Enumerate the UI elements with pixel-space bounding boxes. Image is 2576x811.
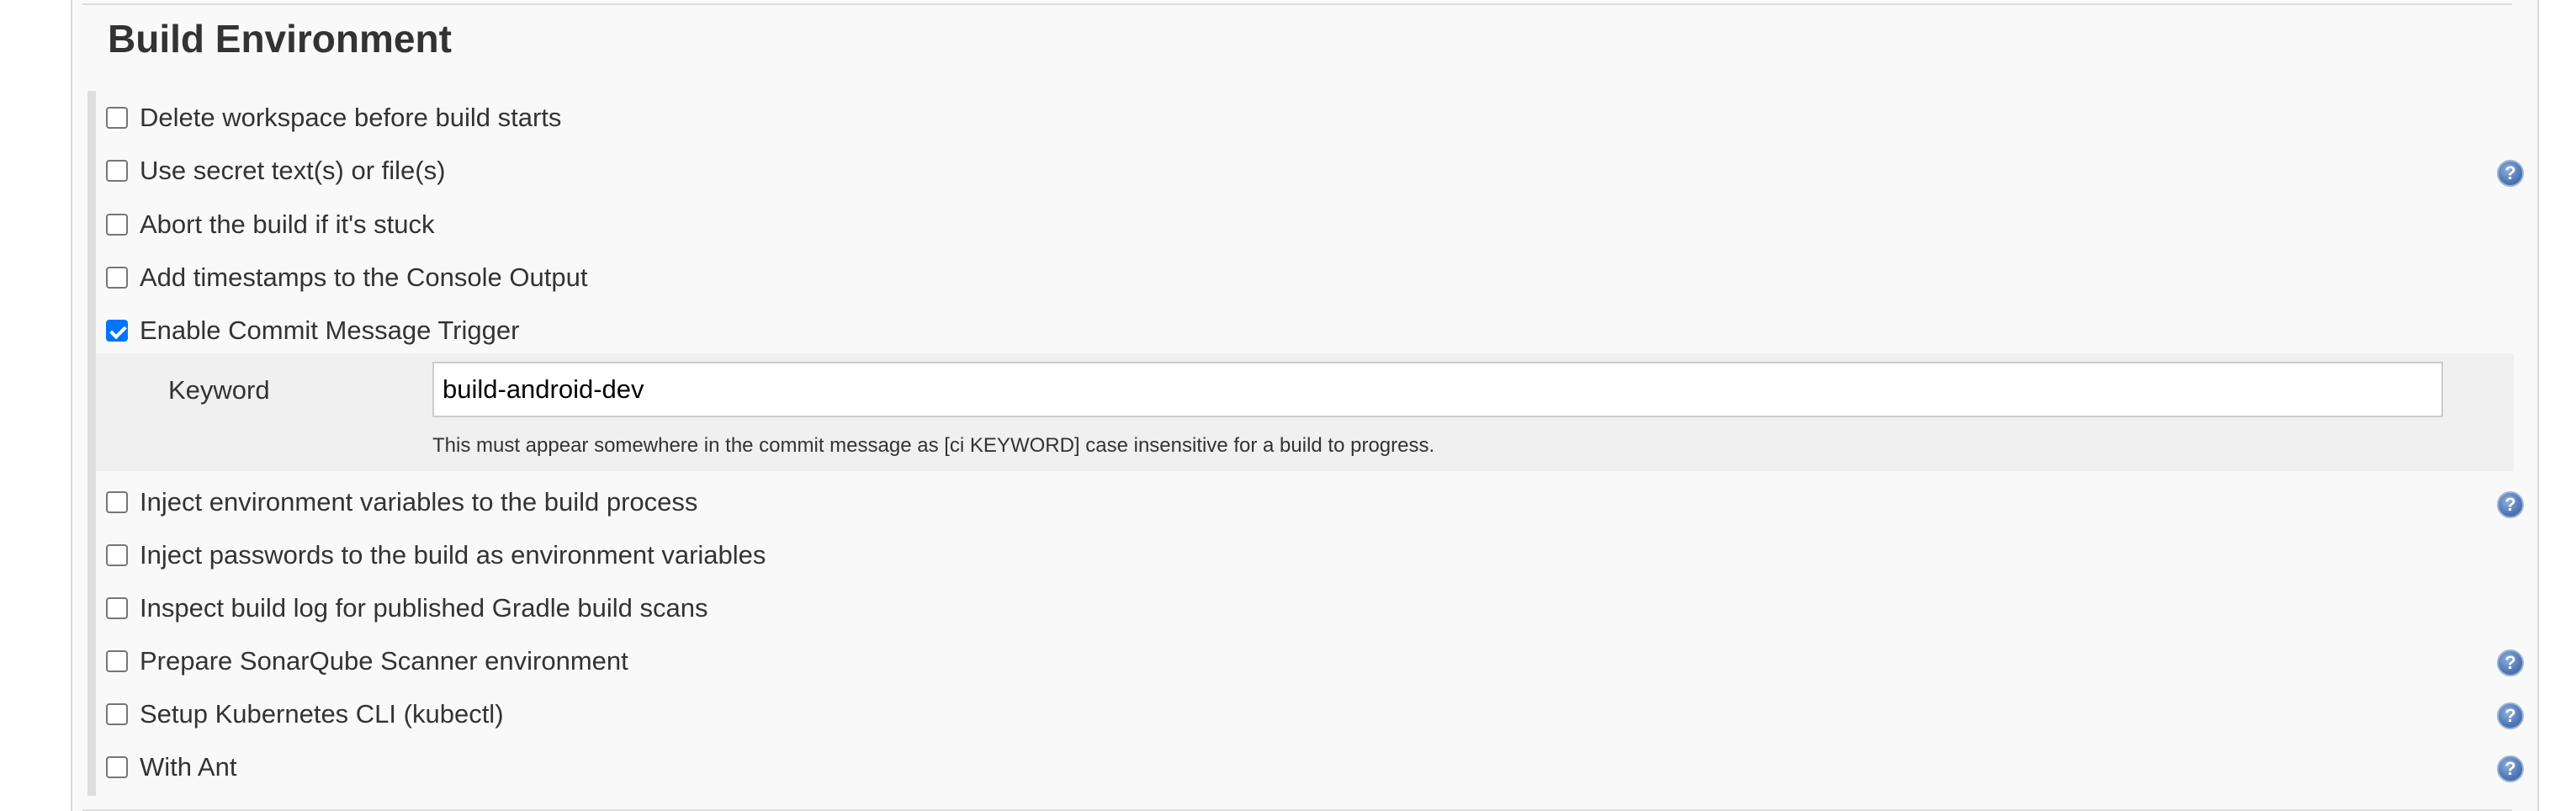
delete-workspace-checkbox[interactable] [106, 107, 128, 129]
option-label: Use secret text(s) or file(s) [140, 156, 446, 185]
help-icon[interactable]: ? [2497, 649, 2524, 676]
option-label: Setup Kubernetes CLI (kubectl) [140, 699, 504, 729]
option-label: Delete workspace before build starts [140, 103, 562, 132]
option-abort-stuck[interactable]: Abort the build if it's stuck [106, 204, 435, 246]
help-icon[interactable]: ? [2497, 702, 2524, 729]
option-label: Abort the build if it's stuck [140, 209, 435, 239]
keyword-input[interactable] [432, 362, 2443, 417]
top-divider [82, 3, 2512, 5]
keyword-label: Keyword [168, 375, 270, 405]
abort-stuck-checkbox[interactable] [106, 214, 128, 236]
option-commit-message-trigger[interactable]: Enable Commit Message Trigger [106, 310, 519, 352]
option-label: Inject passwords to the build as environ… [140, 540, 766, 570]
option-inject-env-vars[interactable]: Inject environment variables to the buil… [106, 481, 697, 523]
option-label: Prepare SonarQube Scanner environment [140, 646, 628, 676]
help-icon[interactable]: ? [2497, 491, 2524, 518]
option-with-ant[interactable]: With Ant [106, 746, 236, 788]
help-icon[interactable]: ? [2497, 755, 2524, 782]
with-ant-checkbox[interactable] [106, 756, 128, 778]
secret-text-checkbox[interactable] [106, 160, 128, 182]
option-secret-text[interactable]: Use secret text(s) or file(s) [106, 150, 445, 192]
option-timestamps[interactable]: Add timestamps to the Console Output [106, 257, 587, 299]
option-kubernetes-cli[interactable]: Setup Kubernetes CLI (kubectl) [106, 693, 504, 735]
gradle-build-scans-checkbox[interactable] [106, 597, 128, 619]
section-title: Build Environment [108, 17, 452, 61]
option-inject-passwords[interactable]: Inject passwords to the build as environ… [106, 534, 766, 576]
option-sonarqube-scanner[interactable]: Prepare SonarQube Scanner environment [106, 640, 628, 682]
timestamps-checkbox[interactable] [106, 267, 128, 289]
option-label: Enable Commit Message Trigger [140, 315, 520, 345]
section-indent-bar [87, 91, 96, 796]
option-label: Inject environment variables to the buil… [140, 487, 698, 517]
option-label: With Ant [140, 752, 237, 782]
sonarqube-scanner-checkbox[interactable] [106, 650, 128, 672]
build-environment-panel: Build Environment Delete workspace befor… [71, 0, 2539, 811]
option-label: Add timestamps to the Console Output [140, 262, 588, 292]
keyword-hint: This must appear somewhere in the commit… [432, 434, 1435, 457]
option-gradle-build-scans[interactable]: Inspect build log for published Gradle b… [106, 587, 708, 629]
option-label: Inspect build log for published Gradle b… [140, 593, 708, 623]
kubernetes-cli-checkbox[interactable] [106, 703, 128, 725]
commit-trigger-config: Keyword This must appear somewhere in th… [96, 353, 2514, 471]
commit-message-trigger-checkbox[interactable] [106, 320, 128, 342]
help-icon[interactable]: ? [2497, 160, 2524, 187]
inject-env-vars-checkbox[interactable] [106, 491, 128, 513]
option-delete-workspace[interactable]: Delete workspace before build starts [106, 97, 561, 139]
inject-passwords-checkbox[interactable] [106, 544, 128, 566]
